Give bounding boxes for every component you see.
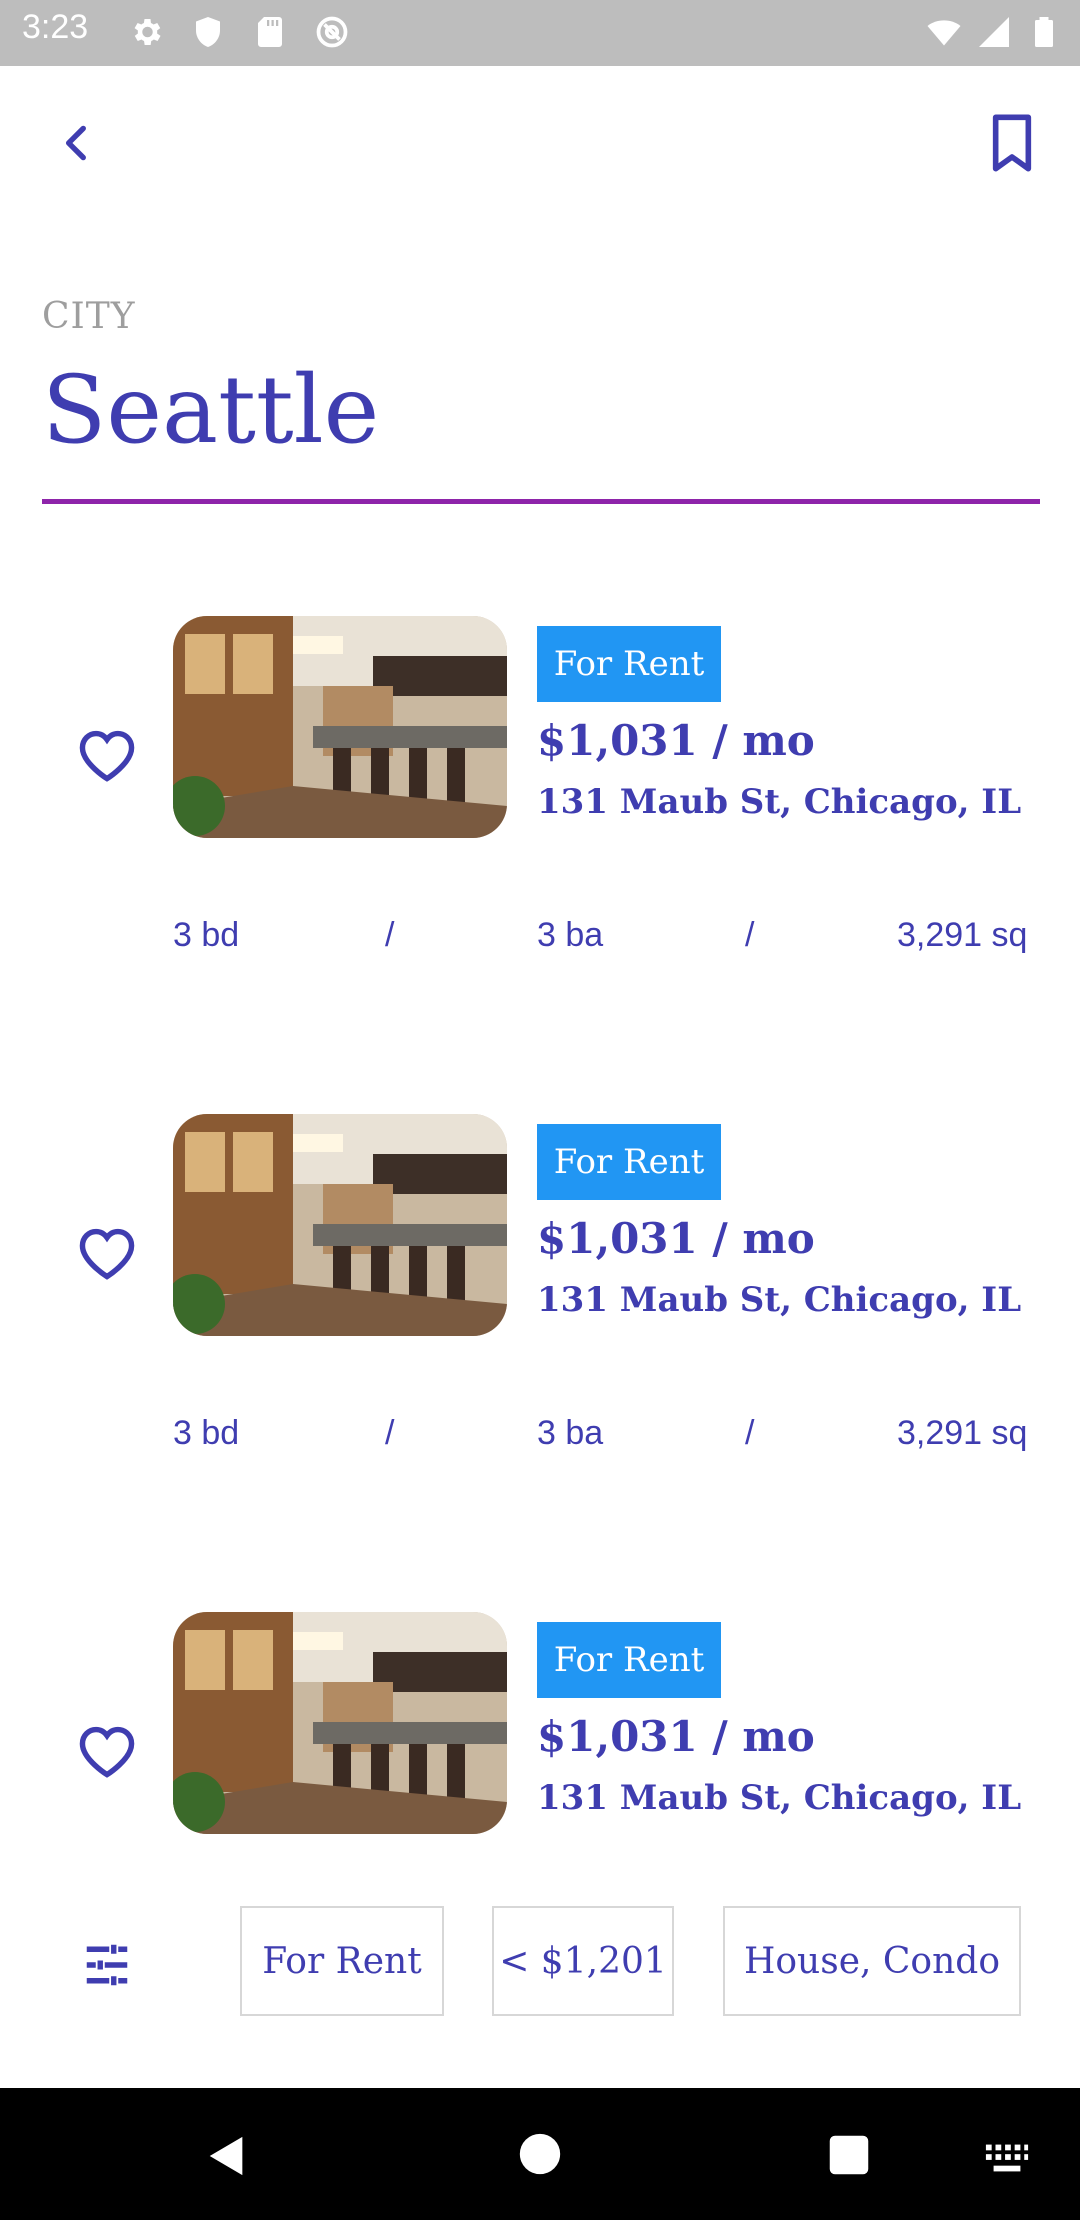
at-sign-icon <box>316 16 348 48</box>
back-button[interactable] <box>52 118 102 168</box>
kitchen-image <box>173 1114 507 1336</box>
listing-photo[interactable] <box>173 616 507 838</box>
listing-baths: 3 ba <box>537 916 604 954</box>
chevron-left-icon <box>65 125 86 161</box>
shield-icon <box>196 17 220 47</box>
status-bar: 3:23 <box>0 0 1080 66</box>
kitchen-image <box>173 1612 507 1834</box>
wifi-icon <box>927 20 961 46</box>
home-circle-icon[interactable] <box>518 2132 562 2176</box>
listing-price: $1,031 / mo <box>537 716 815 765</box>
city-input[interactable]: Seattle <box>42 356 1042 496</box>
battery-icon <box>1035 17 1053 47</box>
heart-icon <box>79 1228 135 1280</box>
status-right-icons <box>926 14 1062 50</box>
listing-sqft: 3,291 sq <box>897 916 1028 954</box>
specs-separator: / <box>385 1414 395 1452</box>
listing-beds: 3 bd <box>173 1414 240 1452</box>
listing-card[interactable]: For Rent $1,031 / mo 131 Maub St, Chicag… <box>0 1612 1080 1852</box>
specs-separator: / <box>745 916 755 954</box>
sd-card-icon <box>258 17 282 47</box>
back-triangle-icon[interactable] <box>204 2132 250 2180</box>
filter-chip-property-type[interactable]: House, Condo <box>723 1906 1021 2016</box>
gear-icon <box>134 18 161 46</box>
listing-specs: 3 bd / 3 ba / 3,291 sq <box>173 916 1043 966</box>
listing-card[interactable]: For Rent $1,031 / mo 131 Maub St, Chicag… <box>0 1114 1080 1534</box>
listing-address: 131 Maub St, Chicago, IL <box>537 782 1022 822</box>
listing-photo[interactable] <box>173 1612 507 1834</box>
status-left-icons <box>128 14 350 50</box>
filter-button[interactable] <box>80 1938 134 1992</box>
listing-sqft: 3,291 sq <box>897 1414 1028 1452</box>
city-input-underline <box>42 499 1040 504</box>
status-time: 3:23 <box>22 8 89 46</box>
filter-chip-price[interactable]: < $1,201 <box>492 1906 674 2016</box>
listing-price: $1,031 / mo <box>537 1214 815 1263</box>
listing-photo[interactable] <box>173 1114 507 1336</box>
heart-icon <box>79 730 135 782</box>
favorite-button[interactable] <box>74 1222 140 1282</box>
tune-icon <box>86 1944 128 1986</box>
listing-status-badge: For Rent <box>537 1124 721 1200</box>
listing-specs: 3 bd / 3 ba / 3,291 sq <box>173 1414 1043 1464</box>
filter-chip-listing-type[interactable]: For Rent <box>240 1906 444 2016</box>
listing-price: $1,031 / mo <box>537 1712 815 1761</box>
listing-card[interactable]: For Rent $1,031 / mo 131 Maub St, Chicag… <box>0 616 1080 1036</box>
favorite-button[interactable] <box>74 1720 140 1780</box>
listing-address: 131 Maub St, Chicago, IL <box>537 1778 1022 1818</box>
cell-signal-icon <box>979 17 1009 47</box>
listing-beds: 3 bd <box>173 916 240 954</box>
listing-baths: 3 ba <box>537 1414 604 1452</box>
top-app-bar <box>0 66 1080 216</box>
recents-square-icon[interactable] <box>828 2134 870 2176</box>
keyboard-icon[interactable] <box>984 2142 1030 2174</box>
system-nav-bar <box>0 2088 1080 2220</box>
listing-status-badge: For Rent <box>537 1622 721 1698</box>
heart-icon <box>79 1726 135 1778</box>
filter-bar: For Rent < $1,201 House, Condo <box>0 1896 1080 2036</box>
bookmark-icon <box>992 114 1032 172</box>
specs-separator: / <box>745 1414 755 1452</box>
kitchen-image <box>173 616 507 838</box>
listing-status-badge: For Rent <box>537 626 721 702</box>
listing-address: 131 Maub St, Chicago, IL <box>537 1280 1022 1320</box>
city-label: CITY <box>42 296 136 337</box>
specs-separator: / <box>385 916 395 954</box>
bookmark-button[interactable] <box>984 112 1040 174</box>
favorite-button[interactable] <box>74 724 140 784</box>
